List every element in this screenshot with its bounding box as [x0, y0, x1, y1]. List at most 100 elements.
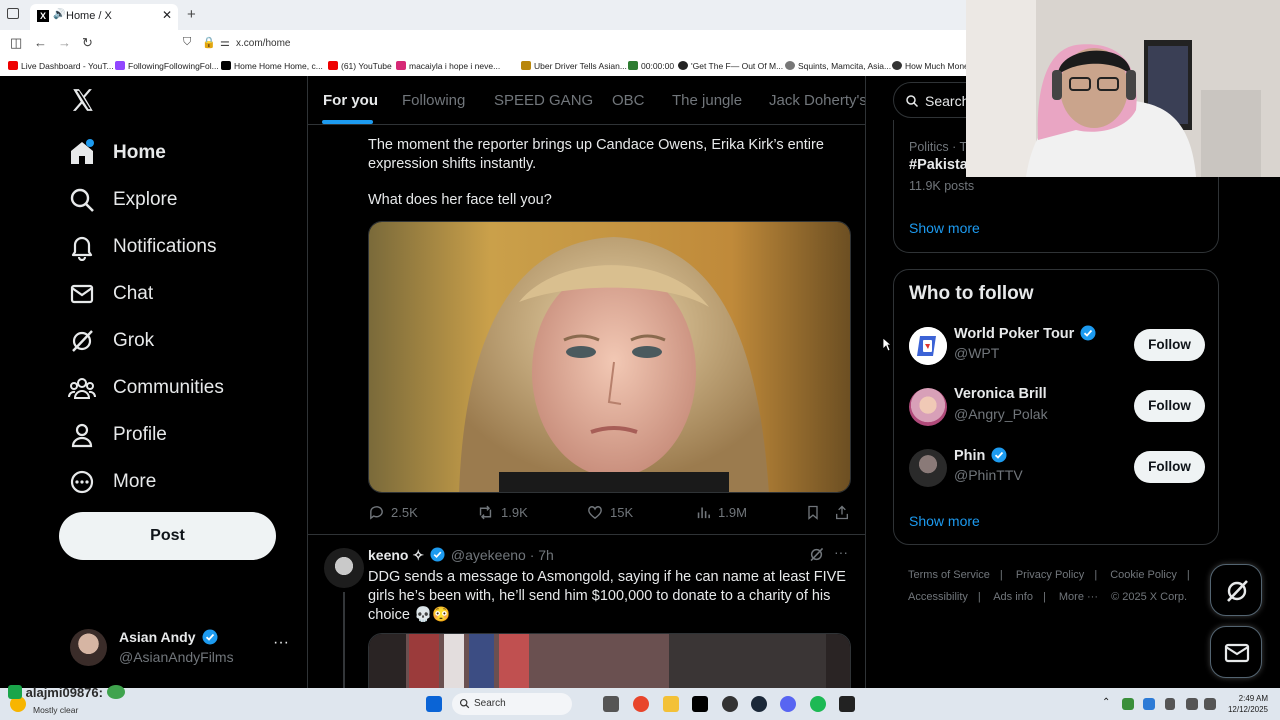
- verified-badge-icon: [430, 547, 445, 562]
- task-view-icon[interactable]: [603, 696, 619, 712]
- bookmark-item[interactable]: 'Get The F— Out Of M...: [678, 61, 783, 71]
- reload-icon[interactable]: ↻: [82, 35, 93, 51]
- footer-link-accessibility[interactable]: Accessibility: [908, 591, 968, 603]
- bookmark-button[interactable]: [805, 504, 827, 521]
- reply-button[interactable]: 2.5K: [368, 504, 418, 521]
- post-button[interactable]: Post: [59, 512, 276, 560]
- grok-float-button[interactable]: [1210, 564, 1262, 616]
- like-button[interactable]: 15K: [586, 504, 633, 521]
- windows-taskbar: Mostly clear Search ⌃ 2:49 AM 12/12/2025: [0, 688, 1280, 720]
- footer-separator: |: [999, 569, 1003, 581]
- site-settings-icon[interactable]: ⚌: [220, 36, 230, 49]
- x-app-icon[interactable]: [692, 696, 708, 712]
- follow-button[interactable]: Follow: [1134, 451, 1205, 483]
- sidebar-item-label: Grok: [113, 330, 155, 351]
- tweet-time[interactable]: · 7h: [530, 547, 554, 563]
- repost-button[interactable]: 1.9K: [476, 504, 528, 521]
- show-more-link[interactable]: Show more: [909, 220, 980, 236]
- address-bar[interactable]: ⛉ 🔒 ⚌ x.com/home: [178, 33, 968, 55]
- sidebar-item-chat[interactable]: Chat: [68, 274, 153, 314]
- tab-speed-gang[interactable]: SPEED GANG: [494, 92, 593, 109]
- sidebar-item-home[interactable]: Home: [68, 133, 166, 173]
- bookmark-item[interactable]: 00:00:00: [628, 61, 674, 71]
- start-icon[interactable]: [426, 696, 442, 712]
- follow-button[interactable]: Follow: [1134, 390, 1205, 422]
- microphone-icon[interactable]: [1165, 698, 1175, 710]
- taskbar-clock[interactable]: 2:49 AM 12/12/2025: [1222, 693, 1268, 715]
- bookmark-item[interactable]: Live Dashboard - YouT...: [8, 61, 114, 71]
- bookmark-item[interactable]: (61) YouTube: [328, 61, 392, 71]
- tray-icon[interactable]: [1143, 698, 1155, 710]
- sidebar-toggle-icon[interactable]: ◫: [10, 35, 22, 51]
- show-more-link[interactable]: Show more: [909, 513, 980, 529]
- follow-button[interactable]: Follow: [1134, 329, 1205, 361]
- sidebar-item-explore[interactable]: Explore: [68, 180, 177, 220]
- lock-icon[interactable]: 🔒: [202, 36, 216, 49]
- author-name[interactable]: keeno ✧: [368, 547, 424, 563]
- share-button[interactable]: [834, 504, 856, 521]
- footer-link-terms[interactable]: Terms of Service: [908, 569, 990, 581]
- footer-link-ads-info[interactable]: Ads info: [993, 591, 1033, 603]
- firefox-icon[interactable]: [633, 696, 649, 712]
- chevron-up-icon[interactable]: ⌃: [1102, 697, 1110, 708]
- shield-icon[interactable]: ⛉: [183, 36, 191, 49]
- tweet-video[interactable]: [368, 633, 851, 688]
- bookmark-item[interactable]: Home Home Home, c...: [221, 61, 323, 71]
- emote-icon: [106, 685, 125, 699]
- bookmark-item[interactable]: macaiyla i hope i neve...: [396, 61, 500, 71]
- follow-suggestion[interactable]: Phin @PhinTTV Follow: [909, 447, 1205, 491]
- forward-icon[interactable]: →: [58, 35, 71, 50]
- follow-suggestion[interactable]: World Poker Tour @WPT Follow: [909, 325, 1205, 369]
- tray-icon[interactable]: [1122, 698, 1134, 710]
- messages-float-button[interactable]: [1210, 626, 1262, 678]
- sidebar-item-notifications[interactable]: Notifications: [68, 227, 217, 267]
- footer-link-cookies[interactable]: Cookie Policy: [1110, 569, 1177, 581]
- sidebar-item-grok[interactable]: Grok: [68, 321, 154, 361]
- bookmark-item[interactable]: Squints, Mamcita, Asia...: [785, 61, 891, 71]
- footer-link-privacy[interactable]: Privacy Policy: [1016, 569, 1084, 581]
- bookmark-item[interactable]: How Much Mone: [892, 61, 969, 71]
- author-handle[interactable]: @ayekeeno: [451, 547, 526, 563]
- discord-icon[interactable]: [780, 696, 796, 712]
- tab-following[interactable]: Following: [402, 92, 465, 109]
- search-icon: [906, 95, 919, 108]
- close-tab-icon[interactable]: ✕: [162, 8, 172, 22]
- avatar[interactable]: [324, 548, 364, 588]
- url-text[interactable]: x.com/home: [236, 38, 290, 49]
- taskbar-search[interactable]: Search: [452, 693, 572, 715]
- footer-link-more[interactable]: More ···: [1059, 591, 1098, 603]
- bookmark-item[interactable]: FollowingFollowingFol...: [115, 61, 219, 71]
- weather-text[interactable]: Mostly clear: [33, 705, 78, 715]
- tweet-text: What does her face tell you?: [368, 192, 552, 208]
- tab-for-you[interactable]: For you: [323, 92, 378, 109]
- more-dots-icon[interactable]: ···: [273, 634, 289, 652]
- network-icon[interactable]: [1186, 698, 1198, 710]
- tab-the-jungle[interactable]: The jungle: [672, 92, 742, 109]
- trend-name[interactable]: #Pakista: [909, 157, 968, 173]
- tab-obc[interactable]: OBC: [612, 92, 645, 109]
- sidebar-item-communities[interactable]: Communities: [68, 368, 224, 408]
- bookmark-item[interactable]: Uber Driver Tells Asian...: [521, 61, 627, 71]
- views-button[interactable]: 1.9M: [695, 504, 747, 521]
- tab-jack-dohertys[interactable]: Jack Doherty's: [769, 92, 865, 109]
- volume-icon[interactable]: [1204, 698, 1216, 710]
- tab-actions-icon[interactable]: [7, 8, 19, 19]
- steam-icon[interactable]: [751, 696, 767, 712]
- follow-suggestion[interactable]: Veronica Brill @Angry_Polak Follow: [909, 386, 1205, 430]
- new-tab-icon[interactable]: +: [187, 6, 196, 23]
- x-logo-icon[interactable]: [70, 87, 98, 115]
- more-dots-icon[interactable]: ···: [834, 544, 848, 560]
- app-icon[interactable]: [722, 696, 738, 712]
- sidebar-item-more[interactable]: More: [68, 462, 156, 502]
- back-icon[interactable]: ←: [34, 35, 47, 50]
- grok-icon[interactable]: [808, 546, 825, 568]
- account-switcher[interactable]: Asian Andy @AsianAndyFilms ···: [70, 628, 292, 668]
- browser-tab[interactable]: X 🔊 Home / X ✕: [30, 4, 178, 30]
- file-explorer-icon[interactable]: [663, 696, 679, 712]
- app-icon[interactable]: [839, 696, 855, 712]
- audio-playing-icon[interactable]: 🔊: [53, 9, 65, 20]
- tweet-image[interactable]: [368, 221, 851, 493]
- sidebar-item-label: Communities: [113, 377, 224, 398]
- sidebar-item-profile[interactable]: Profile: [68, 415, 167, 455]
- spotify-icon[interactable]: [810, 696, 826, 712]
